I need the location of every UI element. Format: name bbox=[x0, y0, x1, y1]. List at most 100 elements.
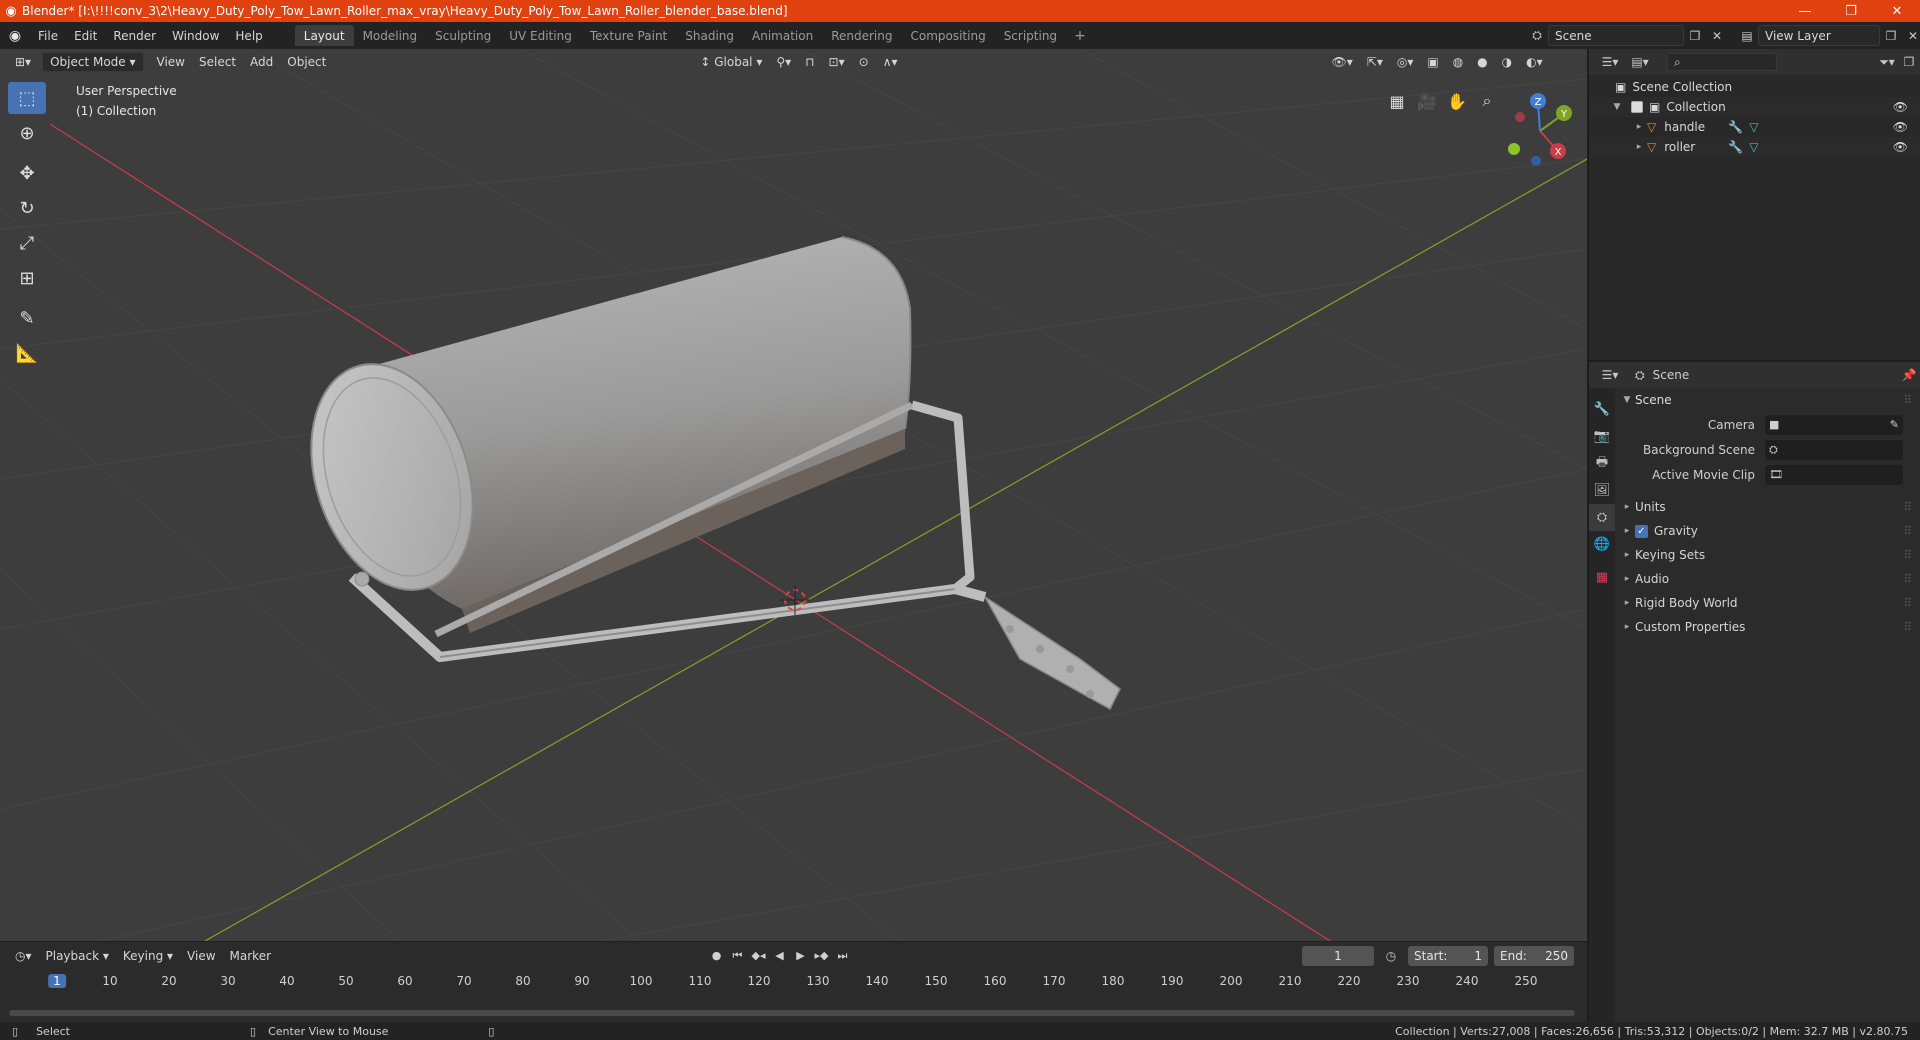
toggle-grid-view-icon[interactable]: ▦ bbox=[1382, 89, 1412, 113]
menu-edit[interactable]: Edit bbox=[66, 22, 105, 49]
eyedropper-icon[interactable]: ✎ bbox=[1890, 418, 1899, 431]
output-tab-icon[interactable]: 🖶 bbox=[1589, 450, 1615, 477]
mesh-data-icon[interactable]: ▽ bbox=[1749, 140, 1758, 154]
outliner-item-roller[interactable]: ▸ ▽ roller 🔧 ▽ 👁 bbox=[1589, 137, 1920, 157]
timeline-menu-marker[interactable]: Marker bbox=[223, 946, 278, 966]
pan-view-icon[interactable]: ✋ bbox=[1442, 89, 1472, 113]
lawn-roller-model[interactable] bbox=[284, 236, 1121, 711]
overlays-icon[interactable]: ◎▾ bbox=[1390, 52, 1421, 72]
scene-icon[interactable]: ⛭ bbox=[1526, 25, 1548, 46]
expand-roller-icon[interactable]: ▸ bbox=[1631, 142, 1647, 152]
active-movie-clip-field[interactable]: 🎞 bbox=[1765, 464, 1903, 485]
menu-file[interactable]: File bbox=[30, 22, 66, 49]
maximize-button[interactable]: ❐ bbox=[1828, 0, 1874, 22]
tab-modeling[interactable]: Modeling bbox=[354, 25, 427, 46]
prev-keyframe-icon[interactable]: ◆◂ bbox=[748, 945, 769, 966]
current-frame-marker[interactable]: 1 bbox=[48, 974, 66, 988]
units-subpanel[interactable]: ▸ Units ⠿ bbox=[1619, 495, 1918, 519]
current-frame-field[interactable]: 1 bbox=[1302, 945, 1374, 966]
pin-icon[interactable]: 📌 bbox=[1898, 365, 1920, 386]
exclude-checkbox[interactable] bbox=[1631, 101, 1643, 113]
editor-type-icon[interactable]: ⊞▾ bbox=[8, 52, 38, 72]
visibility-icon[interactable]: 👁▾ bbox=[1325, 52, 1360, 72]
scale-tool-icon[interactable]: ⤢ bbox=[8, 227, 46, 259]
drag-handle-icon[interactable]: ⠿ bbox=[1903, 393, 1918, 407]
snap-target-icon[interactable]: ⊡▾ bbox=[822, 52, 852, 72]
tab-compositing[interactable]: Compositing bbox=[901, 25, 994, 46]
add-workspace-icon[interactable]: + bbox=[1066, 28, 1094, 44]
mesh-data-icon[interactable]: ▽ bbox=[1749, 120, 1758, 134]
rigid-body-world-subpanel[interactable]: ▸ Rigid Body World ⠿ bbox=[1619, 591, 1918, 615]
snap-icon[interactable]: ⊓ bbox=[798, 52, 821, 72]
jump-start-icon[interactable]: ⏮ bbox=[727, 945, 748, 966]
object-mode-dropdown[interactable]: Object Mode ▾ bbox=[42, 52, 144, 72]
tab-rendering[interactable]: Rendering bbox=[822, 25, 901, 46]
scene-section-header[interactable]: ▼ Scene ⠿ bbox=[1619, 388, 1918, 412]
eye-icon[interactable]: 👁 bbox=[1893, 140, 1908, 154]
drag-handle-icon[interactable]: ⠿ bbox=[1903, 500, 1918, 514]
new-collection-icon[interactable]: ❐ bbox=[1898, 52, 1920, 73]
view-layer-field[interactable]: View Layer bbox=[1758, 25, 1880, 46]
new-scene-icon[interactable]: ❐ bbox=[1684, 25, 1706, 46]
drag-handle-icon[interactable]: ⠿ bbox=[1903, 572, 1918, 586]
properties-panel[interactable]: ☰▾ ⛭ Scene 📌 🔧 📷 🖶 🖼 ⛭ 🌐 ▦ ▼ Scene ⠿ Cam… bbox=[1589, 362, 1920, 1022]
gizmo-neg-y[interactable] bbox=[1508, 143, 1520, 155]
delete-scene-icon[interactable]: ✕ bbox=[1706, 25, 1728, 46]
timeline-editor-type-icon[interactable]: ◷▾ bbox=[8, 946, 39, 966]
audio-subpanel[interactable]: ▸ Audio ⠿ bbox=[1619, 567, 1918, 591]
wireframe-shading-icon[interactable]: ◍ bbox=[1446, 52, 1470, 72]
camera-field[interactable]: ■ ✎ bbox=[1765, 414, 1903, 435]
outliner-search-input[interactable]: ⌕ bbox=[1667, 53, 1777, 71]
viewport-menu-select[interactable]: Select bbox=[192, 52, 243, 72]
drag-handle-icon[interactable]: ⠿ bbox=[1903, 620, 1918, 634]
rotate-tool-icon[interactable]: ↻ bbox=[8, 192, 46, 224]
select-box-tool-icon[interactable]: ⬚ bbox=[8, 82, 46, 114]
timeline-menu-view[interactable]: View bbox=[180, 946, 222, 966]
zoom-view-icon[interactable]: ⌕ bbox=[1472, 89, 1502, 113]
tab-texture-paint[interactable]: Texture Paint bbox=[581, 25, 676, 46]
custom-properties-subpanel[interactable]: ▸ Custom Properties ⠿ bbox=[1619, 615, 1918, 639]
cursor-tool-icon[interactable]: ⊕ bbox=[8, 117, 46, 149]
menu-window[interactable]: Window bbox=[164, 22, 227, 49]
texture-tab-icon[interactable]: ▦ bbox=[1589, 564, 1615, 591]
timeline-menu-playback[interactable]: Playback ▾ bbox=[39, 946, 116, 966]
outliner-editor-type-icon[interactable]: ☰▾ bbox=[1599, 52, 1621, 73]
3d-viewport[interactable]: ⊞▾ Object Mode ▾ View Select Add Object … bbox=[0, 49, 1587, 941]
tool-tab-icon[interactable]: 🔧 bbox=[1589, 396, 1615, 423]
proportional-edit-icon[interactable]: ⊙ bbox=[852, 52, 876, 72]
display-mode-icon[interactable]: ▤▾ bbox=[1629, 52, 1651, 73]
play-reverse-icon[interactable]: ◀ bbox=[769, 945, 790, 966]
material-shading-icon[interactable]: ◑ bbox=[1495, 52, 1519, 72]
gizmo-toggle-icon[interactable]: ⇱▾ bbox=[1360, 52, 1390, 72]
record-icon[interactable]: ● bbox=[706, 945, 727, 966]
tab-shading[interactable]: Shading bbox=[676, 25, 743, 46]
timeline-scrollbar[interactable] bbox=[9, 1010, 1575, 1016]
outliner-panel[interactable]: ☰▾ ▤▾ ⌕ ⏷▾ ❐ ▣ Scene Collection ▼ ▣ Coll… bbox=[1589, 49, 1920, 360]
outliner-scene-collection[interactable]: ▣ Scene Collection bbox=[1589, 77, 1920, 97]
tab-uv-editing[interactable]: UV Editing bbox=[500, 25, 581, 46]
menu-help[interactable]: Help bbox=[227, 22, 270, 49]
timeline-ruler[interactable]: 1 10 20 30 40 50 60 70 80 90 100 110 120… bbox=[0, 972, 1587, 992]
camera-view-icon[interactable]: 🎥 bbox=[1412, 89, 1442, 113]
view-layer-tab-icon[interactable]: 🖼 bbox=[1589, 477, 1615, 504]
menu-render[interactable]: Render bbox=[105, 22, 164, 49]
drag-handle-icon[interactable]: ⠿ bbox=[1903, 596, 1918, 610]
new-view-layer-icon[interactable]: ❐ bbox=[1880, 25, 1902, 46]
navigation-gizmo[interactable]: X Y Z bbox=[1500, 89, 1580, 169]
measure-tool-icon[interactable]: 📐 bbox=[8, 337, 46, 369]
expand-handle-icon[interactable]: ▸ bbox=[1631, 122, 1647, 132]
next-keyframe-icon[interactable]: ▸◆ bbox=[811, 945, 832, 966]
scene-name-field[interactable]: Scene bbox=[1548, 25, 1684, 46]
end-frame-field[interactable]: End: 250 bbox=[1494, 945, 1574, 966]
timeline-menu-keying[interactable]: Keying ▾ bbox=[116, 946, 180, 966]
render-tab-icon[interactable]: 📷 bbox=[1589, 423, 1615, 450]
timeline-editor[interactable]: ◷▾ Playback ▾ Keying ▾ View Marker ● ⏮ ◆… bbox=[0, 941, 1587, 1022]
tab-sculpting[interactable]: Sculpting bbox=[426, 25, 500, 46]
background-scene-field[interactable]: ⛭ bbox=[1765, 439, 1903, 460]
gravity-subpanel[interactable]: ▸ ✓ Gravity ⠿ bbox=[1619, 519, 1918, 543]
gravity-checkbox[interactable]: ✓ bbox=[1635, 524, 1648, 538]
modifier-wrench-icon[interactable]: 🔧 bbox=[1728, 140, 1743, 154]
viewport-menu-view[interactable]: View bbox=[150, 52, 192, 72]
outliner-item-handle[interactable]: ▸ ▽ handle 🔧 ▽ 👁 bbox=[1589, 117, 1920, 137]
delete-view-layer-icon[interactable]: ✕ bbox=[1902, 25, 1920, 46]
